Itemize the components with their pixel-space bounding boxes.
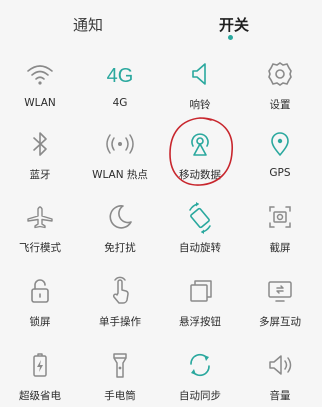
toggle-label: 自动同步 [179,390,221,402]
toggle-mobile-data[interactable]: 移动数据 [160,114,240,186]
toggle-label: 免打扰 [104,242,136,254]
toggle-label: 手电筒 [104,390,136,402]
tab-toggles[interactable]: 开关 [219,14,249,35]
tab-notifications[interactable]: 通知 [73,14,103,35]
toggle-label: WLAN 热点 [92,169,148,181]
toggle-label: 锁屏 [29,316,51,328]
toggle-label: 移动数据 [179,169,221,181]
flashlight-icon [113,353,127,378]
toggle-bluetooth[interactable]: 蓝牙 [0,114,80,186]
gear-icon [268,62,292,86]
toggle-label: 多屏互动 [259,316,301,328]
speaker-icon [192,63,206,85]
toggle-label: 设置 [269,99,291,111]
wifi-icon [27,65,53,85]
toggle-label: 自动旋转 [179,242,221,254]
battery-icon [33,353,47,377]
toggle-label: 单手操作 [99,316,141,328]
toggle-screenshot[interactable]: 截屏 [240,187,320,259]
airplane-icon [27,206,53,229]
toggle-multi-screen[interactable]: 多屏互动 [240,261,320,333]
lock-icon [31,279,49,303]
toggle-label: 飞行模式 [19,242,61,254]
toggle-one-hand[interactable]: 单手操作 [80,261,160,333]
toggle-label: 音量 [269,390,291,402]
toggle-ring[interactable]: 响铃 [160,44,240,116]
mobile-data-icon [191,133,209,156]
toggle-airplane-mode[interactable]: 飞行模式 [0,187,80,259]
sync-icon [190,353,210,377]
toggle-label: 响铃 [189,99,211,111]
toggle-super-power-saving[interactable]: 超级省电 [0,335,80,407]
toggle-lock-screen[interactable]: 锁屏 [0,261,80,333]
rotate-icon [189,202,211,234]
moon-icon [109,205,132,229]
toggle-label: 截屏 [269,242,291,254]
toggle-label: GPS [269,167,291,179]
screenshot-icon [269,206,291,228]
toggle-hotspot[interactable]: WLAN 热点 [80,114,160,186]
toggle-settings[interactable]: 设置 [240,44,320,116]
floating-button-icon [190,280,212,302]
svg-text:4G: 4G [107,65,134,87]
toggle-gps[interactable]: GPS [240,114,320,186]
volume-icon [269,355,292,375]
toggle-flashlight[interactable]: 手电筒 [80,335,160,407]
toggle-label: 4G [112,97,128,109]
toggle-label: WLAN [24,97,56,109]
location-pin-icon [271,132,289,156]
quick-toggle-grid: WLAN 4G 4G 响铃 设置 蓝牙 WLAN 热点 移动数据 GPS 飞行模… [0,44,322,402]
toggle-volume[interactable]: 音量 [240,335,320,407]
toggle-floating-button[interactable]: 悬浮按钮 [160,261,240,333]
hotspot-icon [106,134,134,154]
bluetooth-icon [33,132,47,156]
toggle-label: 悬浮按钮 [179,316,221,328]
tab-bar: 通知 开关 [0,0,322,44]
toggle-wlan[interactable]: WLAN [0,44,80,116]
toggle-do-not-disturb[interactable]: 免打扰 [80,187,160,259]
one-hand-icon [112,276,129,304]
toggle-auto-sync[interactable]: 自动同步 [160,335,240,407]
multi-screen-icon [268,281,292,302]
toggle-auto-rotate[interactable]: 自动旋转 [160,187,240,259]
toggle-label: 蓝牙 [29,169,51,181]
toggle-label: 超级省电 [19,390,61,402]
active-tab-indicator [228,35,233,40]
toggle-4g[interactable]: 4G 4G [80,44,160,116]
4g-icon: 4G [107,65,134,87]
